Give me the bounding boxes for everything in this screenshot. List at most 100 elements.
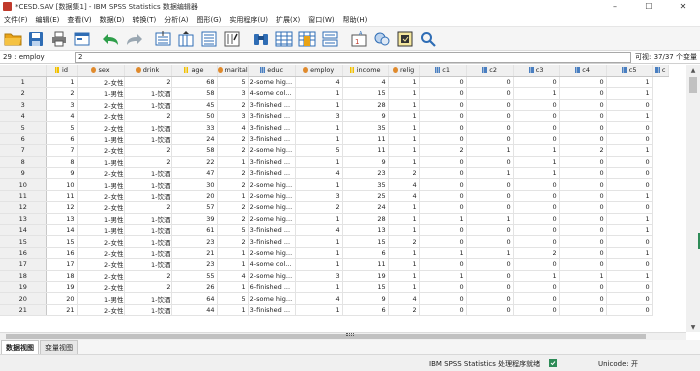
row-number[interactable]: 11 (0, 190, 47, 203)
data-cell[interactable]: 0 (419, 156, 467, 169)
column-header-marital[interactable]: marital (217, 65, 249, 77)
data-cell[interactable]: 4 (388, 178, 420, 191)
data-cell[interactable]: 0 (419, 235, 467, 248)
data-cell[interactable]: 13 (46, 213, 78, 225)
data-cell[interactable]: 1-男性 (77, 156, 125, 169)
data-cell[interactable]: 11 (342, 133, 389, 146)
data-cell[interactable]: 1 (217, 304, 249, 317)
data-cell[interactable]: 1-男性 (77, 87, 125, 100)
data-cell[interactable]: 2-女性 (77, 201, 125, 214)
data-cell[interactable]: 1 (606, 213, 653, 225)
data-cell[interactable]: 0 (606, 281, 653, 294)
data-cell[interactable]: 1 (559, 270, 607, 282)
data-cell[interactable]: 24 (342, 201, 389, 214)
data-cell[interactable]: 1 (295, 258, 343, 271)
tab-variable-view[interactable]: 变量视图 (40, 340, 78, 354)
data-cell[interactable]: 0 (419, 87, 467, 100)
data-cell[interactable]: 2-女性 (77, 121, 125, 134)
data-cell[interactable]: 2 (46, 87, 78, 100)
data-cell[interactable]: 1 (217, 247, 249, 260)
data-cell[interactable]: 1 (388, 156, 420, 169)
data-cell[interactable]: 17 (46, 258, 78, 271)
row-number[interactable]: 2 (0, 87, 47, 100)
data-cell[interactable]: 30 (171, 178, 218, 191)
data-cell[interactable]: 0 (419, 201, 467, 214)
data-cell[interactable]: 5 (217, 76, 249, 89)
data-cell[interactable]: 2-some hig... (248, 190, 296, 203)
data-cell[interactable]: 0 (466, 178, 514, 191)
data-cell[interactable]: 2 (217, 201, 249, 214)
data-cell[interactable]: 3-finished ... (248, 133, 296, 146)
redo-icon[interactable] (124, 29, 144, 49)
data-cell[interactable]: 19 (342, 270, 389, 282)
menu-analyze[interactable]: 分析(A) (160, 15, 192, 25)
data-cell[interactable]: 1 (419, 213, 467, 225)
data-cell[interactable]: 13 (342, 224, 389, 237)
data-cell[interactable]: 4 (46, 110, 78, 123)
data-cell[interactable]: 45 (171, 99, 218, 112)
data-cell[interactable]: 2-女性 (77, 99, 125, 112)
data-cell[interactable]: 0 (559, 178, 607, 191)
data-cell[interactable]: 1 (388, 87, 420, 100)
data-cell[interactable]: 2-some hig... (248, 178, 296, 191)
menu-edit[interactable]: 编辑(E) (32, 15, 64, 25)
scroll-down-icon[interactable]: ▼ (686, 322, 700, 332)
menu-view[interactable]: 查看(V) (63, 15, 95, 25)
data-cell[interactable]: 1 (295, 178, 343, 191)
data-cell[interactable]: 15 (46, 235, 78, 248)
column-header-c1[interactable]: c1 (419, 65, 467, 77)
data-cell[interactable]: 1 (388, 258, 420, 271)
data-cell[interactable]: 2 (388, 235, 420, 248)
data-cell[interactable]: 1 (466, 167, 514, 180)
data-cell[interactable]: 1 (606, 87, 653, 100)
corner-cell[interactable] (0, 65, 47, 77)
data-cell[interactable]: 2 (124, 76, 172, 89)
menu-data[interactable]: 数据(D) (96, 15, 129, 25)
data-cell[interactable]: 0 (466, 76, 514, 89)
data-cell[interactable]: 4 (388, 292, 420, 305)
data-cell[interactable]: 1 (295, 247, 343, 260)
menu-window[interactable]: 窗口(W) (304, 15, 338, 25)
data-cell[interactable]: 6 (342, 304, 389, 317)
data-cell[interactable]: 2-女性 (77, 235, 125, 248)
column-header-sex[interactable]: sex (77, 65, 125, 77)
horizontal-scroll-thumb[interactable] (6, 334, 646, 339)
data-cell[interactable]: 2-some hig... (248, 213, 296, 225)
data-cell[interactable]: 2 (124, 156, 172, 169)
data-cell[interactable]: 6 (342, 247, 389, 260)
close-button[interactable]: ✕ (666, 0, 700, 13)
data-cell[interactable]: 1 (388, 224, 420, 237)
data-cell[interactable]: 0 (559, 201, 607, 214)
data-cell[interactable]: 22 (171, 156, 218, 169)
data-cell[interactable]: 39 (171, 213, 218, 225)
data-cell[interactable]: 64 (171, 292, 218, 305)
row-number[interactable]: 13 (0, 213, 47, 225)
run-descriptive-icon[interactable] (222, 29, 242, 49)
data-cell[interactable]: 0 (466, 270, 514, 282)
data-cell[interactable]: 1-饮酒 (124, 247, 172, 260)
data-cell[interactable]: 2 (388, 304, 420, 317)
data-cell[interactable]: 1 (217, 156, 249, 169)
data-cell[interactable]: 2-some hig... (248, 76, 296, 89)
data-cell[interactable]: 1-饮酒 (124, 190, 172, 203)
data-cell[interactable]: 35 (342, 121, 389, 134)
data-cell[interactable]: 1 (606, 270, 653, 282)
row-number[interactable]: 6 (0, 133, 47, 146)
data-cell[interactable]: 0 (419, 258, 467, 271)
data-cell[interactable]: 0 (513, 201, 560, 214)
data-cell[interactable]: 0 (559, 121, 607, 134)
data-cell[interactable]: 1 (466, 144, 514, 157)
data-cell[interactable]: 0 (466, 292, 514, 305)
goto-case-icon[interactable] (153, 29, 173, 49)
data-cell[interactable]: 0 (419, 121, 467, 134)
data-cell[interactable]: 23 (342, 167, 389, 180)
data-cell[interactable]: 0 (559, 110, 607, 123)
data-cell[interactable]: 0 (513, 258, 560, 271)
data-cell[interactable]: 0 (513, 281, 560, 294)
data-cell[interactable]: 1-男性 (77, 292, 125, 305)
data-cell[interactable]: 4-some col... (248, 87, 296, 100)
data-cell[interactable]: 0 (466, 133, 514, 146)
data-cell[interactable]: 0 (559, 190, 607, 203)
data-cell[interactable]: 3-finished ... (248, 224, 296, 237)
data-cell[interactable]: 57 (171, 201, 218, 214)
